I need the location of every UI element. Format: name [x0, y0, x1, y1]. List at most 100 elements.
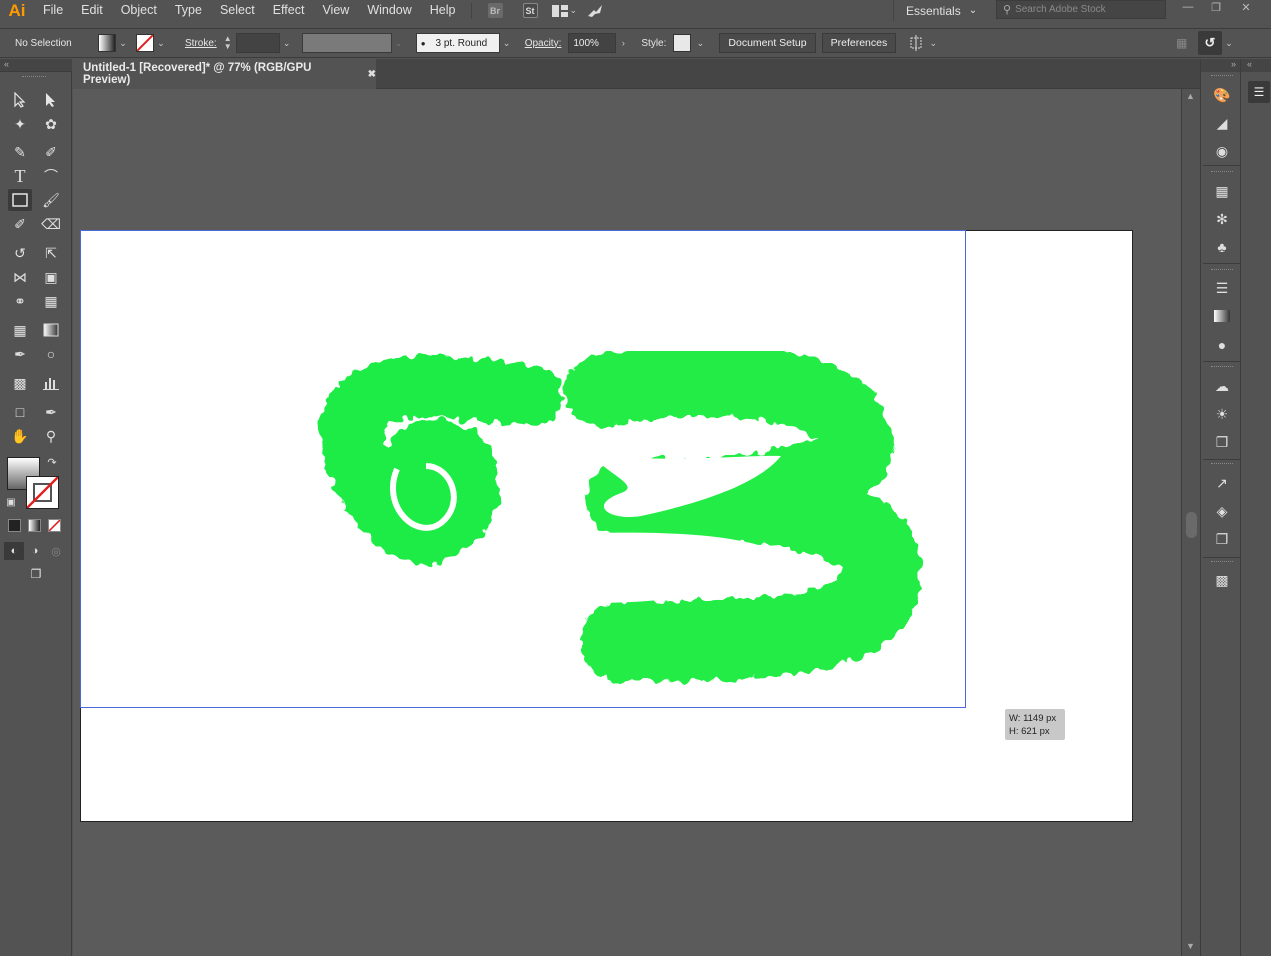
eyedropper-tool-icon[interactable]: ✒ [8, 343, 32, 365]
restore-button[interactable]: ❐ [1202, 0, 1230, 14]
chevron-right-icon[interactable]: › [616, 38, 630, 48]
zoom-tool-icon[interactable]: ⚲ [39, 425, 63, 447]
menu-file[interactable]: File [34, 0, 72, 21]
transform-icon[interactable]: ▩ [1211, 570, 1233, 590]
stroke-panel-icon[interactable]: ☰ [1211, 278, 1233, 298]
gpu-performance-icon[interactable] [582, 4, 608, 18]
panel-grip[interactable] [22, 76, 46, 79]
export-icon[interactable]: ↗ [1211, 473, 1233, 493]
draw-behind-icon[interactable]: ◑ [25, 542, 45, 560]
gradient-panel-icon[interactable] [1211, 306, 1233, 326]
width-tool-icon[interactable]: ⋈ [8, 266, 32, 288]
menu-effect[interactable]: Effect [264, 0, 314, 21]
free-transform-tool-icon[interactable]: ▣ [39, 266, 63, 288]
scroll-up-icon[interactable]: ▲ [1186, 91, 1195, 101]
panel-collapse-handle[interactable]: » [1201, 59, 1240, 72]
panel-grip[interactable] [1211, 75, 1233, 78]
column-graph-tool-icon[interactable] [39, 372, 63, 394]
draw-inside-icon[interactable]: ◎ [46, 542, 66, 560]
opacity-input[interactable]: 100% [568, 33, 617, 53]
menu-type[interactable]: Type [166, 0, 211, 21]
arrange-documents-icon[interactable]: ⌄ [551, 4, 582, 17]
color-mode-button[interactable] [8, 519, 21, 532]
panel-grip[interactable] [1211, 463, 1233, 466]
chevron-down-icon[interactable]: ⌄ [1222, 38, 1236, 49]
variable-width-profile[interactable] [301, 33, 392, 53]
menu-object[interactable]: Object [112, 0, 166, 21]
bridge-button[interactable]: Br [487, 3, 503, 18]
menu-select[interactable]: Select [211, 0, 264, 21]
layers-icon[interactable]: ◈ [1211, 501, 1233, 521]
color-guide-icon[interactable]: ◢ [1211, 113, 1233, 133]
magic-wand-tool-icon[interactable]: ✦ [8, 113, 32, 135]
transparency-icon[interactable]: ● [1211, 335, 1233, 355]
panel-grid-icon[interactable]: ▦ [1176, 36, 1187, 50]
gradient-mode-button[interactable] [28, 519, 41, 532]
toolbar-collapse-handle[interactable]: « [0, 59, 72, 72]
brush-definition[interactable]: ● 3 pt. Round [415, 33, 500, 53]
shape-builder-tool-icon[interactable]: ⚭ [8, 290, 32, 312]
preferences-button[interactable]: Preferences [821, 33, 897, 53]
blend-tool-icon[interactable]: ○ [39, 343, 63, 365]
properties-panel-icon[interactable]: ↺ [1198, 31, 1222, 55]
chevron-down-icon[interactable]: ⌄ [500, 38, 514, 49]
type-tool-icon[interactable]: T [8, 165, 32, 187]
rotate-tool-icon[interactable]: ↺ [8, 242, 32, 264]
menu-help[interactable]: Help [421, 0, 465, 21]
curvature-tool-icon[interactable]: ✐ [39, 141, 63, 163]
scrollbar-thumb[interactable] [1186, 512, 1197, 538]
panel-grip[interactable] [1211, 366, 1233, 369]
slice-tool-icon[interactable]: ✒ [39, 401, 63, 423]
stock-button[interactable]: St [522, 3, 538, 18]
scale-tool-icon[interactable]: ⇱ [39, 242, 63, 264]
artboard-tool-icon[interactable]: □ [8, 401, 32, 423]
chevron-down-icon[interactable]: ⌄ [926, 38, 940, 49]
document-setup-button[interactable]: Document Setup [719, 33, 816, 53]
minimize-button[interactable]: — [1174, 0, 1202, 14]
image-trace-icon[interactable]: ◉ [1211, 141, 1233, 161]
close-window-button[interactable]: ✕ [1232, 0, 1260, 14]
menu-view[interactable]: View [313, 0, 358, 21]
panel-grip[interactable] [1211, 171, 1233, 174]
artboards-icon[interactable]: ❐ [1211, 529, 1233, 549]
stroke-color-box[interactable] [26, 476, 59, 509]
graphic-style-swatch[interactable] [673, 34, 692, 52]
gradient-tool-icon[interactable] [39, 319, 63, 341]
direct-selection-tool-icon[interactable] [39, 89, 63, 111]
symbol-sprayer-tool-icon[interactable]: ▩ [8, 372, 32, 394]
pen-tool-icon[interactable]: ✎ [8, 141, 32, 163]
shaper-tool-icon[interactable]: ✐ [8, 213, 32, 235]
chevron-down-icon[interactable]: ⌄ [392, 38, 406, 49]
chevron-down-icon[interactable]: ⌄ [154, 38, 168, 49]
perspective-grid-tool-icon[interactable]: ▦ [39, 290, 63, 312]
chevron-down-icon[interactable]: ⌄ [116, 38, 130, 49]
lasso-tool-icon[interactable]: ✿ [39, 113, 63, 135]
fill-swatch[interactable] [98, 34, 116, 52]
paintbrush-tool-icon[interactable]: 🖌 [39, 189, 63, 211]
mesh-tool-icon[interactable]: ▦ [8, 319, 32, 341]
panel-grip[interactable] [1211, 561, 1233, 564]
swatches-icon[interactable]: ▦ [1211, 181, 1233, 201]
draw-normal-icon[interactable]: ◐ [4, 542, 24, 560]
color-panel-icon[interactable]: 🎨 [1211, 85, 1233, 105]
swap-fill-stroke-icon[interactable]: ↷ [44, 454, 60, 470]
chevron-down-icon[interactable]: ⌄ [280, 38, 294, 49]
properties-tab-icon[interactable]: ☰ [1248, 81, 1270, 103]
stroke-stepper[interactable]: ▲ ▼ [224, 35, 234, 51]
scroll-down-icon[interactable]: ▼ [1186, 941, 1195, 951]
none-mode-button[interactable] [48, 519, 61, 532]
screen-mode-icon[interactable]: ❐ [23, 565, 49, 583]
appearance-icon[interactable]: ☀ [1211, 404, 1233, 424]
selection-tool-icon[interactable] [8, 89, 32, 111]
rectangle-tool-icon[interactable] [8, 189, 32, 211]
workspace-switcher[interactable]: Essentials ⌄ [893, 0, 985, 21]
menu-window[interactable]: Window [358, 0, 420, 21]
eraser-tool-icon[interactable]: ⌫ [39, 213, 63, 235]
document-tab[interactable]: Untitled-1 [Recovered]* @ 77% (RGB/GPU P… [73, 59, 376, 89]
default-fill-stroke-icon[interactable]: ▣ [3, 494, 19, 510]
canvas-area[interactable]: W: 1149 px H: 621 px [73, 89, 1181, 956]
vertical-scrollbar[interactable]: ▲ ▼ [1181, 89, 1200, 956]
graphic-styles-icon[interactable]: ❐ [1211, 432, 1233, 452]
close-icon[interactable]: ✖ [368, 69, 376, 80]
symbols-icon[interactable]: ♣ [1211, 237, 1233, 257]
